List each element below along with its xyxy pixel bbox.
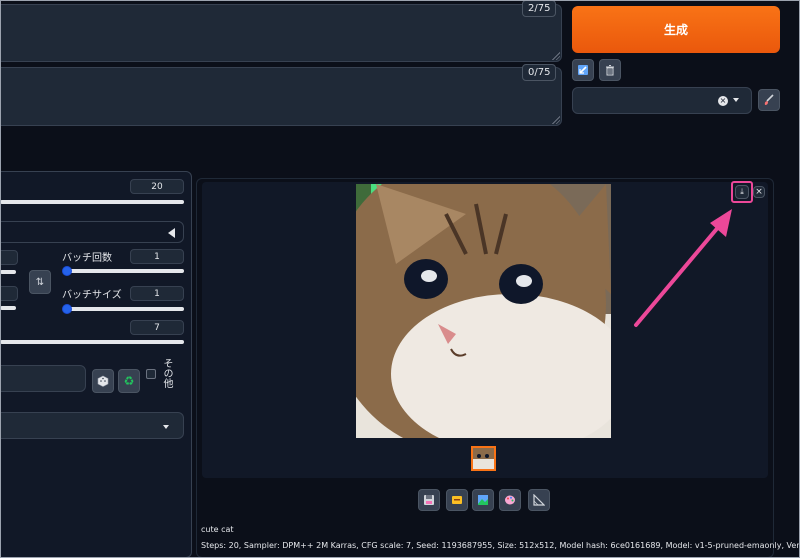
swap-icon: ⇅ bbox=[35, 276, 45, 288]
dice-icon bbox=[97, 375, 109, 387]
annotation-arrow bbox=[634, 209, 732, 327]
batch-size-slider-track[interactable] bbox=[66, 307, 184, 311]
palette-icon bbox=[505, 495, 515, 505]
negative-resize-grip[interactable] bbox=[552, 116, 560, 124]
cfg-value[interactable]: 7 bbox=[130, 320, 184, 335]
hires-accordion[interactable] bbox=[0, 221, 184, 243]
image-icon bbox=[478, 495, 488, 505]
steps-value[interactable]: 20 bbox=[130, 179, 184, 194]
paste-button[interactable] bbox=[572, 59, 594, 81]
batch-count-slider-thumb[interactable] bbox=[62, 266, 72, 276]
batch-size-label: バッチサイズ bbox=[62, 290, 122, 301]
reuse-seed-button[interactable]: ♻ bbox=[118, 369, 140, 393]
thumbnail[interactable] bbox=[471, 446, 496, 471]
trash-button[interactable] bbox=[599, 59, 621, 81]
save-button[interactable] bbox=[418, 489, 440, 511]
batch-size-slider-thumb[interactable] bbox=[62, 304, 72, 314]
styles-dropdown[interactable]: × bbox=[572, 87, 752, 114]
batch-size-value[interactable]: 1 bbox=[130, 286, 184, 301]
chevron-down-icon[interactable] bbox=[733, 98, 739, 102]
height-value[interactable] bbox=[0, 286, 18, 301]
thumbnail-image bbox=[473, 448, 494, 469]
ruler-icon bbox=[533, 494, 545, 506]
cfg-slider-track[interactable] bbox=[0, 340, 184, 344]
chevron-down-icon bbox=[163, 425, 169, 429]
swap-dimensions-button[interactable]: ⇅ bbox=[29, 270, 51, 294]
positive-token-count: 2/75 bbox=[522, 0, 557, 17]
negative-token-count: 0/75 bbox=[522, 64, 557, 81]
send-to-extras-button[interactable] bbox=[528, 489, 550, 511]
save-icon bbox=[424, 495, 434, 505]
generated-image[interactable] bbox=[356, 184, 611, 438]
output-params-text: Steps: 20, Sampler: DPM++ 2M Karras, CFG… bbox=[201, 541, 800, 550]
seed-input[interactable] bbox=[0, 365, 86, 392]
send-to-inpaint-button[interactable] bbox=[499, 489, 521, 511]
recycle-icon: ♻ bbox=[123, 374, 135, 388]
close-icon: × bbox=[755, 186, 763, 197]
script-dropdown[interactable] bbox=[0, 412, 184, 439]
triangle-left-icon bbox=[168, 228, 175, 238]
extra-checkbox[interactable] bbox=[146, 369, 156, 379]
width-slider-track[interactable] bbox=[0, 270, 16, 274]
positive-prompt-input[interactable] bbox=[0, 4, 562, 62]
batch-count-label: バッチ回数 bbox=[62, 253, 112, 264]
steps-slider-track[interactable] bbox=[0, 200, 184, 204]
close-image-button[interactable]: × bbox=[753, 186, 765, 198]
trash-icon bbox=[606, 65, 614, 76]
random-seed-button[interactable] bbox=[92, 369, 114, 393]
apply-style-button[interactable] bbox=[758, 89, 780, 111]
clear-icon[interactable]: × bbox=[718, 96, 728, 106]
paste-icon bbox=[578, 65, 588, 75]
negative-prompt-input[interactable] bbox=[0, 67, 562, 126]
output-prompt-text: cute cat bbox=[201, 525, 234, 534]
brush-icon bbox=[764, 94, 774, 105]
height-slider-track[interactable] bbox=[0, 306, 16, 310]
positive-resize-grip[interactable] bbox=[552, 52, 560, 60]
batch-count-slider-track[interactable] bbox=[66, 269, 184, 273]
generate-button[interactable]: 生成 bbox=[572, 6, 780, 53]
extra-label: その他 bbox=[161, 358, 172, 388]
zip-button[interactable] bbox=[446, 489, 468, 511]
batch-count-value[interactable]: 1 bbox=[130, 249, 184, 264]
send-to-img2img-button[interactable] bbox=[472, 489, 494, 511]
width-value[interactable] bbox=[0, 250, 18, 265]
zip-icon bbox=[452, 496, 462, 504]
